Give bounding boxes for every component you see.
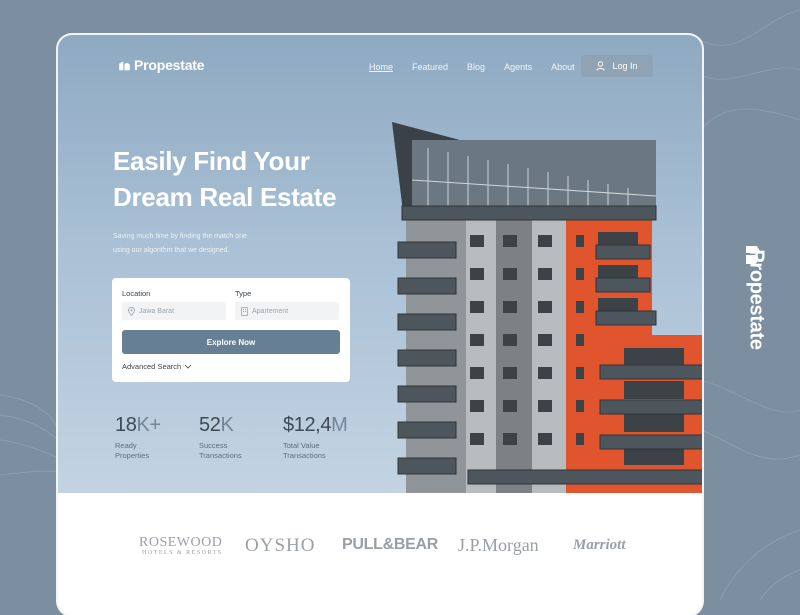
hero-section: Propestate Home Featured Blog Agents Abo… <box>58 35 702 493</box>
nav-home[interactable]: Home <box>369 62 393 72</box>
stat-ready-properties: 18K+ Ready Properties <box>115 414 195 461</box>
stat-label-line-1: Ready <box>115 441 137 450</box>
partner-oysho-logo: OYSHO <box>245 535 316 556</box>
login-label: Log In <box>612 61 638 71</box>
stat-label-line-2: Transactions <box>199 451 242 460</box>
stat-label-line-2: Transactions <box>283 451 326 460</box>
type-label: Type <box>235 289 252 298</box>
type-field[interactable]: Apartement <box>235 302 339 320</box>
map-pin-icon <box>128 306 135 316</box>
nav-featured[interactable]: Featured <box>412 62 448 72</box>
partner-logos: ROSEWOOD HOTELS & RESORTS OYSHO PULL&BEA… <box>58 493 702 615</box>
search-card: Location Jawa Barat Type Apartement Expl… <box>112 278 350 382</box>
stat-label-line-2: Properties <box>115 451 150 460</box>
partner-rosewood-tagline: HOTELS & RESORTS <box>142 550 223 556</box>
location-label: Location <box>122 289 151 298</box>
nav-about[interactable]: About <box>551 62 575 72</box>
logo-mark-icon <box>119 60 130 70</box>
headline-line-1: Easily Find Your <box>113 146 310 176</box>
stat-suffix: M <box>331 414 348 436</box>
stat-suffix: K+ <box>136 414 161 436</box>
explore-now-button[interactable]: Explore Now <box>122 330 340 354</box>
stat-label: Success Transactions <box>199 441 279 461</box>
stat-label-line-1: Total Value <box>283 441 320 450</box>
stat-number: 18 <box>115 414 137 436</box>
partner-rosewood-logo: ROSEWOOD <box>139 535 223 550</box>
location-field[interactable]: Jawa Barat <box>122 302 226 320</box>
stat-number: 52 <box>199 414 221 436</box>
subtext-line-1: Saving much time by finding the match on… <box>113 233 247 240</box>
partner-marriott-logo: Marriott <box>573 537 626 553</box>
building-icon <box>241 306 248 316</box>
stat-total-value: $12,4M Total Value Transactions <box>283 414 363 461</box>
stat-success-transactions: 52K Success Transactions <box>199 414 279 461</box>
partner-jpmorgan-logo: J.P.Morgan <box>458 535 539 555</box>
nav-agents[interactable]: Agents <box>504 62 532 72</box>
stat-value: $12,4M <box>283 414 363 437</box>
apartment-building-image <box>392 122 702 493</box>
advanced-search-toggle[interactable]: Advanced Search <box>122 362 192 371</box>
main-nav: Home Featured Blog Agents About <box>369 62 594 72</box>
chevron-down-icon <box>184 364 192 369</box>
brand-logo[interactable]: Propestate <box>118 57 205 73</box>
brand-name: Propestate <box>134 57 205 73</box>
advanced-search-label: Advanced Search <box>122 362 182 371</box>
landing-page-window: Propestate Home Featured Blog Agents Abo… <box>58 35 702 615</box>
stat-label-line-1: Success <box>199 441 228 450</box>
subtext-line-2: using our algorithm that we designed. <box>113 247 230 254</box>
stat-number: $12,4 <box>283 414 332 436</box>
location-value: Jawa Barat <box>139 307 175 315</box>
side-brand-name: Propestate <box>745 249 768 350</box>
side-brand: Propestate <box>735 240 775 360</box>
stat-label: Ready Properties <box>115 441 195 461</box>
login-button[interactable]: Log In <box>581 55 653 77</box>
stat-value: 18K+ <box>115 414 195 437</box>
user-icon <box>596 61 606 71</box>
stat-value: 52K <box>199 414 279 437</box>
hero-headline: Easily Find Your Dream Real Estate <box>113 143 373 215</box>
type-value: Apartement <box>252 307 289 315</box>
partner-pullbear-logo: PULL&BEAR <box>342 536 438 553</box>
headline-line-2: Dream Real Estate <box>113 182 337 212</box>
stat-suffix: K <box>220 414 234 436</box>
nav-blog[interactable]: Blog <box>467 62 485 72</box>
stat-label: Total Value Transactions <box>283 441 363 461</box>
hero-subtext: Saving much time by finding the match on… <box>113 230 273 258</box>
